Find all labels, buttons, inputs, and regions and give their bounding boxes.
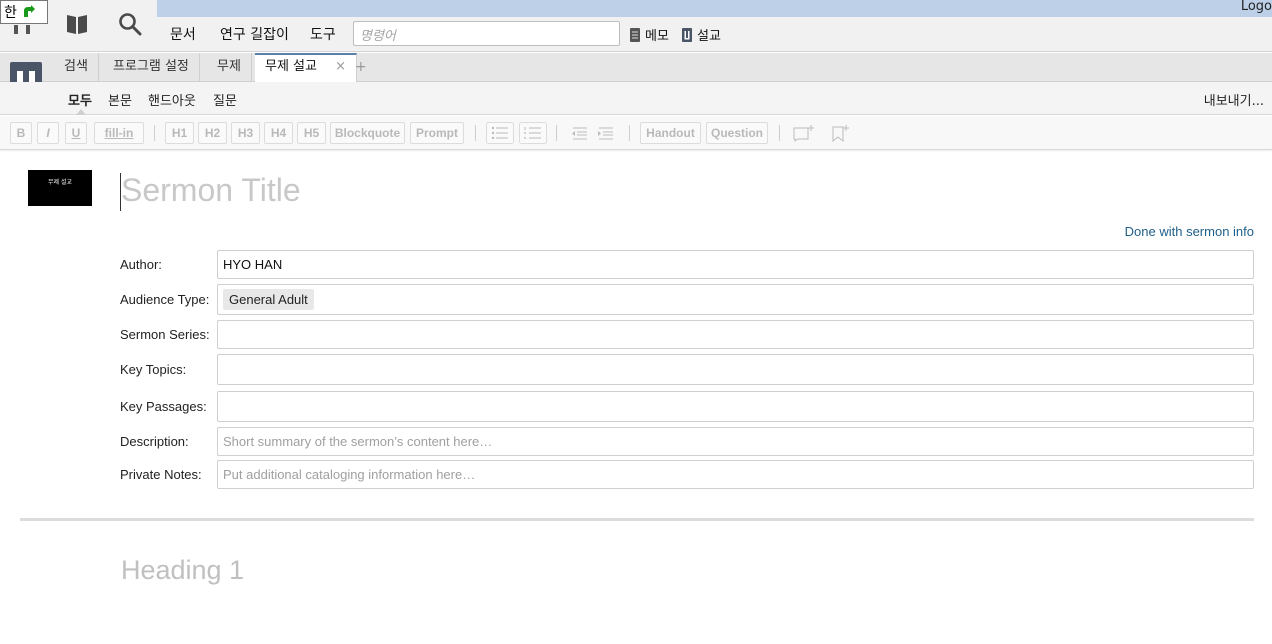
home-icon[interactable] [14,25,30,34]
tab-close-icon[interactable]: × [335,59,346,74]
key-passages-label: Key Passages: [120,399,207,414]
ime-refresh-icon [23,5,35,17]
private-notes-label: Private Notes: [120,467,202,482]
outdent-icon[interactable] [569,125,589,141]
toolbar-separator [475,125,476,141]
private-notes-placeholder: Put additional cataloging information he… [223,467,476,482]
underline-button[interactable]: U [65,122,87,144]
description-label: Description: [120,434,189,449]
description-placeholder: Short summary of the sermon’s content he… [223,434,493,449]
audience-type-chip[interactable]: General Adult [223,289,314,310]
ime-indicator[interactable]: 한 [0,0,48,24]
handout-button[interactable]: Handout [640,122,701,144]
add-bookmark-icon[interactable] [830,124,850,142]
h4-button[interactable]: H4 [264,122,293,144]
notes-link[interactable]: 메모 [630,25,669,44]
question-button[interactable]: Question [706,122,768,144]
tab-untitled-sermon-label: 무제 설교 [265,59,317,74]
library-icon[interactable] [65,13,89,35]
blockquote-button[interactable]: Blockquote [330,122,405,144]
prompt-button[interactable]: Prompt [410,122,464,144]
tab-bar: 검색 프로그램 설정 무제 무제 설교 × + [0,53,1272,83]
notes-label: 메모 [645,29,669,44]
h2-button[interactable]: H2 [198,122,227,144]
author-label: Author: [120,257,162,272]
sermon-thumbnail[interactable]: 무제 설교 [28,170,92,206]
h1-button[interactable]: H1 [165,122,194,144]
toolbar-separator [779,125,780,141]
notes-icon [630,27,640,42]
format-toolbar: B I U fill-in H1 H2 H3 H4 H5 Blockquote … [0,116,1272,150]
command-input[interactable]: 명령어 [353,21,620,46]
h5-button[interactable]: H5 [297,122,326,144]
view-body[interactable]: 본문 [108,90,132,109]
view-bar: 모두 본문 핸드아웃 질문 내보내기... [0,82,1272,115]
author-field[interactable]: HYO HAN [217,250,1254,279]
menu-tools[interactable]: 도구 [310,24,336,44]
private-notes-field[interactable]: Put additional cataloging information he… [217,460,1254,489]
top-bar: Logo 문서 연구 길잡이 도구 명령어 메모 설교 [0,0,1272,52]
sermon-icon [682,27,692,42]
key-topics-field[interactable] [217,354,1254,385]
author-value: HYO HAN [223,257,283,272]
sermon-link[interactable]: 설교 [682,25,721,44]
logout-link[interactable]: Logo [1241,0,1272,15]
italic-button[interactable]: I [37,122,59,144]
heading-1-placeholder[interactable]: Heading 1 [121,555,244,586]
search-icon[interactable] [118,12,142,36]
numbered-list-icon[interactable] [519,122,547,144]
key-passages-field[interactable] [217,391,1254,422]
active-view-pointer [76,109,86,115]
toolbar-separator [629,125,630,141]
key-topics-label: Key Topics: [120,362,187,377]
sermon-series-field[interactable] [217,320,1254,349]
sermon-series-label: Sermon Series: [120,327,210,342]
indent-icon[interactable] [597,125,617,141]
tab-untitled[interactable]: 무제 [207,53,252,82]
toolbar-separator [556,125,557,141]
view-handout[interactable]: 핸드아웃 [148,90,196,109]
thumbnail-caption: 무제 설교 [48,179,72,186]
title-strip [157,0,1272,17]
menu-documents[interactable]: 문서 [170,24,196,44]
menu-guides[interactable]: 연구 길잡이 [220,24,289,44]
h3-button[interactable]: H3 [231,122,260,144]
ime-mode-label: 한 [4,5,17,21]
tab-untitled-sermon[interactable]: 무제 설교 × [255,53,358,83]
add-tab-button[interactable]: + [355,59,367,75]
audience-type-label: Audience Type: [120,292,210,307]
toolbar-separator [154,125,155,141]
section-divider [20,518,1254,521]
done-with-sermon-info-link[interactable]: Done with sermon info [1125,224,1254,239]
bold-button[interactable]: B [10,122,32,144]
bullet-list-icon[interactable] [486,122,514,144]
description-field[interactable]: Short summary of the sermon’s content he… [217,427,1254,456]
fill-in-button[interactable]: fill-in [94,122,144,144]
view-questions[interactable]: 질문 [213,90,237,109]
audience-type-field[interactable]: General Adult [217,284,1254,315]
export-button[interactable]: 내보내기... [1204,90,1264,109]
tab-program-settings[interactable]: 프로그램 설정 [103,53,200,82]
sermon-label: 설교 [697,29,721,44]
sermon-title-input[interactable]: Sermon Title [121,172,301,209]
add-slide-icon[interactable] [793,124,815,142]
tab-search[interactable]: 검색 [54,53,99,82]
view-all[interactable]: 모두 [68,90,92,109]
